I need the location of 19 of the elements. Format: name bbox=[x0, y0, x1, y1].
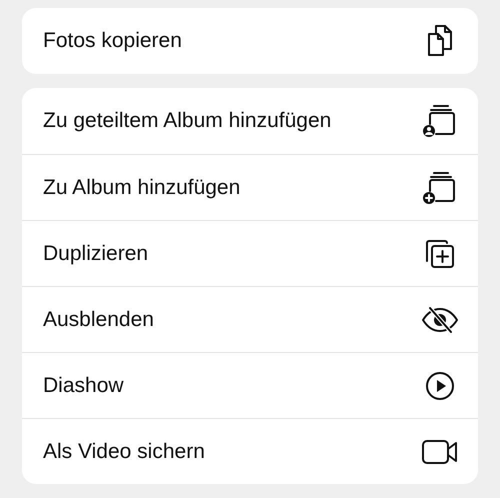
video-camera-icon bbox=[421, 438, 459, 466]
shared-album-icon bbox=[422, 104, 458, 138]
menu-item-label: Zu geteiltem Album hinzufügen bbox=[43, 108, 332, 134]
play-icon bbox=[424, 370, 456, 402]
add-album-icon bbox=[422, 170, 458, 204]
menu-item[interactable]: Zu Album hinzufügen bbox=[22, 154, 478, 220]
menu-item[interactable]: Fotos kopieren bbox=[22, 8, 478, 74]
menu-item-label: Zu Album hinzufügen bbox=[43, 174, 240, 201]
eye-slash-icon bbox=[420, 304, 460, 334]
menu-item-label: Duplizieren bbox=[43, 240, 148, 267]
menu-item[interactable]: Als Video sichern bbox=[22, 418, 478, 484]
menu-item-label: Ausblenden bbox=[43, 306, 154, 333]
menu-item-label: Fotos kopieren bbox=[43, 28, 182, 54]
menu-item-label: Als Video sichern bbox=[43, 438, 205, 465]
menu-item[interactable]: Ausblenden bbox=[22, 286, 478, 352]
menu-item[interactable]: Diashow bbox=[22, 352, 478, 418]
menu-item-label: Diashow bbox=[43, 372, 124, 399]
menu-item[interactable]: Zu geteiltem Album hinzufügen bbox=[22, 88, 478, 154]
menu-item[interactable]: Duplizieren bbox=[22, 220, 478, 286]
